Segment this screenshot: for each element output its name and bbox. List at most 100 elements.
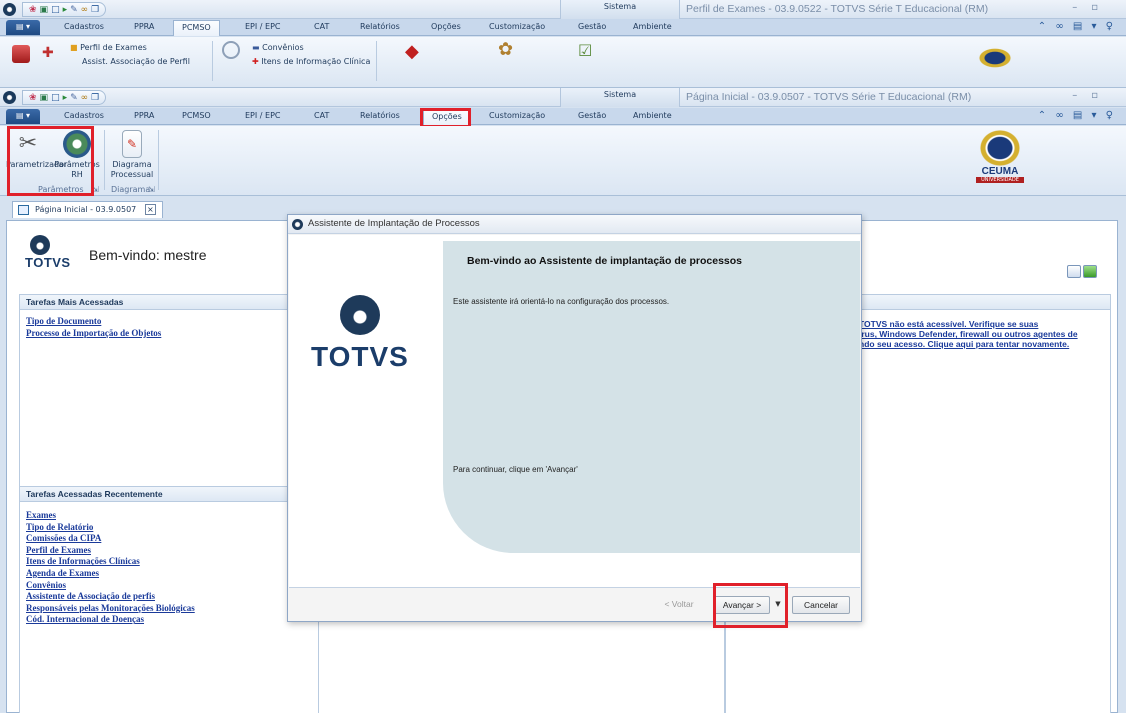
totvs-small-icon [292, 219, 303, 230]
save-icon[interactable]: ▣ [40, 93, 49, 103]
itens-info-clinica-button[interactable]: ✚ Itens de Informação Clínica [252, 57, 370, 66]
dialog-heading: Bem-vindo ao Assistente de implantação d… [467, 255, 743, 267]
tab-ppra[interactable]: PPRA [134, 22, 154, 31]
tab-pcmso[interactable]: PCMSO [182, 111, 211, 120]
totvs-logo-text: TOTVS [25, 255, 71, 270]
window-controls[interactable]: –▫ [1072, 2, 1112, 13]
tab-cat[interactable]: CAT [314, 22, 329, 31]
dialog-description: Este assistente irá orientá-lo na config… [453, 297, 670, 306]
go-icon[interactable] [1083, 265, 1097, 278]
pill-icon[interactable]: ◆ [405, 41, 427, 63]
tab-epi-epc[interactable]: EPI / EPC [245, 22, 280, 31]
glasses-icon[interactable]: ∞ [81, 5, 89, 15]
window-icon[interactable]: □ [51, 93, 60, 103]
doc-tab-label: Página Inicial - 03.9.0507 [35, 205, 137, 214]
color-icon[interactable]: ❀ [29, 5, 37, 15]
stethoscope-icon[interactable] [222, 41, 240, 59]
tab-customizacao[interactable]: Customização [489, 22, 545, 31]
perfil-exames-button[interactable]: ■ Perfil de Exames [70, 43, 147, 52]
group-launcher-icon[interactable]: ⇲ [148, 185, 155, 194]
checklist-icon[interactable]: ☑ [578, 41, 600, 61]
window-controls[interactable]: –▫ [1072, 90, 1112, 101]
convenios-label: Convênios [262, 43, 304, 52]
link-exames[interactable]: Exames [26, 510, 312, 522]
panel-title: Tarefas Acessadas Recentemente [20, 487, 318, 502]
file-menu-button[interactable]: ▤ ▾ [6, 20, 40, 35]
doc-tab-pagina-inicial[interactable]: Página Inicial - 03.9.0507 × [12, 201, 163, 218]
tab-gestao[interactable]: Gestão [578, 111, 606, 120]
file-menu-button[interactable]: ▤ ▾ [6, 109, 40, 124]
dialog-continue-text: Para continuar, clique em 'Avançar' [453, 465, 578, 474]
link-tipo-documento[interactable]: Tipo de Documento [26, 316, 312, 328]
system-tab[interactable]: Sistema [560, 88, 680, 107]
app-menu-icon[interactable] [3, 91, 16, 104]
tab-opcoes[interactable]: Opções [431, 22, 461, 31]
ribbon-controls[interactable]: ⌃ ∞ ▤ ▾ ♀ [1038, 110, 1116, 121]
tools-icon[interactable]: ✎ [70, 93, 78, 103]
syringe-icon[interactable]: ✚ [42, 45, 62, 63]
color-icon[interactable]: ❀ [29, 93, 37, 103]
diagrama-label: Diagrama [112, 160, 152, 169]
link-convenios[interactable]: Convênios [26, 580, 312, 592]
back-button[interactable]: < Voltar [651, 596, 707, 614]
cancel-button[interactable]: Cancelar [792, 596, 850, 614]
people-icon[interactable]: ✿ [498, 39, 520, 61]
tab-cat[interactable]: CAT [314, 111, 329, 120]
exam-icon[interactable] [12, 45, 30, 63]
play-icon[interactable]: ▸ [63, 93, 68, 103]
tab-cadastros[interactable]: Cadastros [64, 111, 104, 120]
tab-epi-epc[interactable]: EPI / EPC [245, 111, 280, 120]
warning-line-1: TOTVS não está acessível. Verifique se s… [859, 319, 1039, 329]
copy-icon[interactable]: ❐ [91, 5, 99, 15]
tools-icon[interactable]: ✎ [70, 5, 78, 15]
group-separator [158, 130, 159, 190]
window-icon[interactable]: □ [51, 5, 60, 15]
dialog-titlebar[interactable]: Assistente de Implantação de Processos [288, 215, 861, 234]
tab-pcmso[interactable]: PCMSO [173, 20, 220, 36]
copy-icon[interactable]: ❐ [91, 93, 99, 103]
link-itens-info-clinicas[interactable]: Itens de Informações Clínicas [26, 556, 312, 568]
link-perfil-exames[interactable]: Perfil de Exames [26, 545, 312, 557]
link-cid[interactable]: Cód. Internacional de Doenças [26, 614, 312, 626]
convenios-button[interactable]: ▬ Convênios [252, 43, 304, 52]
highlight-parametrizador [7, 126, 94, 196]
dialog-title: Assistente de Implantação de Processos [308, 218, 480, 229]
link-responsaveis-monitoracoes[interactable]: Responsáveis pelas Monitorações Biológic… [26, 603, 312, 615]
tab-gestao[interactable]: Gestão [578, 22, 606, 31]
link-agenda-exames[interactable]: Agenda de Exames [26, 568, 312, 580]
window2-ribbon-tabs: ▤ ▾ Cadastros PPRA PCMSO EPI / EPC CAT R… [0, 108, 1126, 125]
connection-warning-link[interactable]: TOTVS não está acessível. Verifique se s… [859, 319, 1078, 349]
tab-relatorios[interactable]: Relatórios [360, 111, 400, 120]
page-icon [18, 205, 29, 215]
warning-line-3: ndo seu acesso. Clique aqui para tentar … [859, 339, 1070, 349]
link-processo-importacao[interactable]: Processo de Importação de Objetos [26, 328, 312, 340]
assist-assoc-perfil-button[interactable]: Assist. Associação de Perfil [82, 57, 190, 66]
quick-access-toolbar[interactable]: ❀ ▣ □ ▸ ✎ ∞ ❐ [22, 90, 107, 105]
tab-ambiente[interactable]: Ambiente [633, 111, 672, 120]
play-icon[interactable]: ▸ [63, 5, 68, 15]
folder-icon: ■ [70, 43, 78, 52]
diagrama-processual-button[interactable]: ✎ Diagrama Processual [108, 130, 156, 180]
window2-titlebar: ❀ ▣ □ ▸ ✎ ∞ ❐ Sistema Página Inicial - 0… [0, 88, 1126, 107]
system-tab[interactable]: Sistema [560, 0, 680, 19]
close-icon[interactable]: × [144, 204, 156, 215]
window1-ribbon: ✚ ■ Perfil de Exames Assist. Associação … [0, 37, 1126, 88]
refresh-icon[interactable] [1067, 265, 1081, 278]
ribbon-controls[interactable]: ⌃ ∞ ▤ ▾ ♀ [1038, 21, 1116, 32]
quick-access-toolbar[interactable]: ❀ ▣ □ ▸ ✎ ∞ ❐ [22, 2, 107, 17]
tab-ambiente[interactable]: Ambiente [633, 22, 672, 31]
tab-ppra[interactable]: PPRA [134, 111, 154, 120]
glasses-icon[interactable]: ∞ [81, 93, 89, 103]
ceuma-brand: CEUMA [981, 166, 1019, 177]
ceuma-logo: CEUMA UNIVERSIDADE [970, 130, 1030, 183]
tab-relatorios[interactable]: Relatórios [360, 22, 400, 31]
link-tipo-relatorio[interactable]: Tipo de Relatório [26, 522, 312, 534]
link-comissoes-cipa[interactable]: Comissões da CIPA [26, 533, 312, 545]
save-icon[interactable]: ▣ [40, 5, 49, 15]
home-mini-toolbar [1067, 265, 1097, 278]
app-menu-icon[interactable] [3, 3, 16, 16]
link-assistente-assoc-perfis[interactable]: Assistente de Associação de perfis [26, 591, 312, 603]
tab-cadastros[interactable]: Cadastros [64, 22, 104, 31]
window1-titlebar: ❀ ▣ □ ▸ ✎ ∞ ❐ Sistema Perfil de Exames -… [0, 0, 1126, 19]
tab-customizacao[interactable]: Customização [489, 111, 545, 120]
